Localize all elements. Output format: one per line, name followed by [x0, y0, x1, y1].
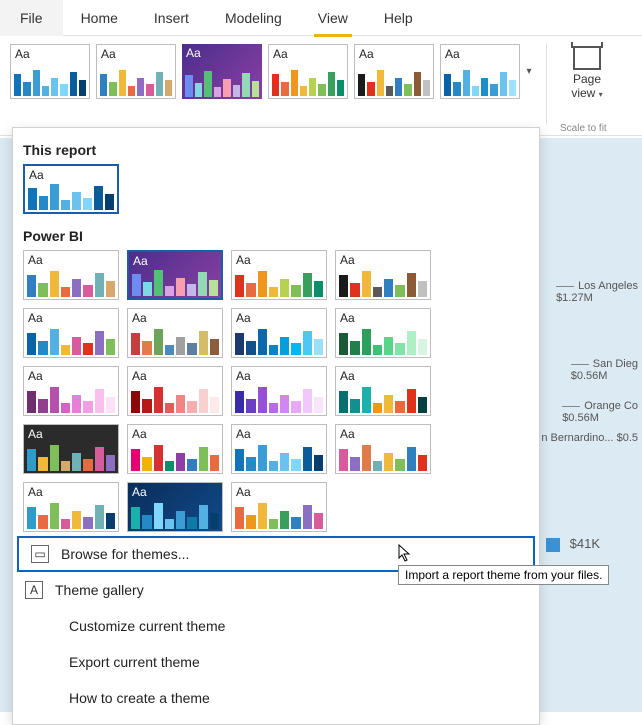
- theme-option[interactable]: Aa: [127, 308, 223, 358]
- gallery-icon: A: [25, 581, 43, 599]
- tooltip: Import a report theme from your files.: [398, 565, 609, 585]
- page-view-icon: [573, 46, 601, 70]
- theme-current[interactable]: Aa: [23, 164, 119, 214]
- theme-strip-item[interactable]: Aa: [96, 44, 176, 99]
- theme-option[interactable]: Aa: [335, 250, 431, 300]
- theme-option[interactable]: Aa: [23, 482, 119, 532]
- theme-option[interactable]: Aa: [335, 424, 431, 474]
- theme-strip-item[interactable]: Aa: [354, 44, 434, 99]
- report-amount: $41K: [570, 536, 600, 551]
- how-to-create-theme[interactable]: How to create a theme: [13, 680, 539, 716]
- section-power-bi: Power BI: [23, 228, 539, 244]
- theme-dropdown-panel: This report Aa Power BI AaAaAaAaAaAaAaAa…: [12, 127, 540, 725]
- theme-option[interactable]: Aa: [23, 250, 119, 300]
- theme-option[interactable]: Aa: [127, 250, 223, 300]
- page-view-button[interactable]: Pageview ▾: [557, 44, 617, 135]
- theme-option[interactable]: Aa: [127, 366, 223, 416]
- menu-modeling[interactable]: Modeling: [207, 0, 300, 36]
- menu-file[interactable]: File: [0, 0, 63, 36]
- theme-quick-strip: AaAaAaAaAaAa: [10, 44, 520, 135]
- menu-insert[interactable]: Insert: [136, 0, 207, 36]
- theme-option[interactable]: Aa: [23, 366, 119, 416]
- theme-option[interactable]: Aa: [127, 482, 223, 532]
- menubar: FileHomeInsertModelingViewHelp: [0, 0, 642, 36]
- ribbon: AaAaAaAaAaAa ▾ Pageview ▾ Scale to fit: [0, 36, 642, 136]
- theme-strip-item[interactable]: Aa: [10, 44, 90, 99]
- export-current-theme[interactable]: Export current theme: [13, 644, 539, 680]
- theme-option[interactable]: Aa: [231, 308, 327, 358]
- menu-view[interactable]: View: [300, 0, 366, 36]
- menu-help[interactable]: Help: [366, 0, 431, 36]
- theme-option[interactable]: Aa: [335, 308, 431, 358]
- browse-icon: ▭: [31, 545, 49, 563]
- section-this-report: This report: [23, 142, 539, 158]
- theme-grid: AaAaAaAaAaAaAaAaAaAaAaAaAaAaAaAaAaAaAa: [13, 250, 539, 532]
- customize-current-theme[interactable]: Customize current theme: [13, 608, 539, 644]
- theme-option[interactable]: Aa: [231, 424, 327, 474]
- theme-strip-item[interactable]: Aa: [268, 44, 348, 99]
- menu-home[interactable]: Home: [63, 0, 136, 36]
- theme-option[interactable]: Aa: [231, 250, 327, 300]
- legend-swatch: [546, 538, 560, 552]
- theme-strip-item[interactable]: Aa: [182, 44, 262, 99]
- theme-option[interactable]: Aa: [231, 366, 327, 416]
- theme-option[interactable]: Aa: [231, 482, 327, 532]
- theme-option[interactable]: Aa: [127, 424, 223, 474]
- theme-option[interactable]: Aa: [335, 366, 431, 416]
- theme-strip-item[interactable]: Aa: [440, 44, 520, 99]
- theme-option[interactable]: Aa: [23, 308, 119, 358]
- theme-dropdown-caret[interactable]: ▾: [522, 44, 536, 99]
- scale-to-fit-label: Scale to fit: [560, 123, 607, 134]
- theme-option[interactable]: Aa: [23, 424, 119, 474]
